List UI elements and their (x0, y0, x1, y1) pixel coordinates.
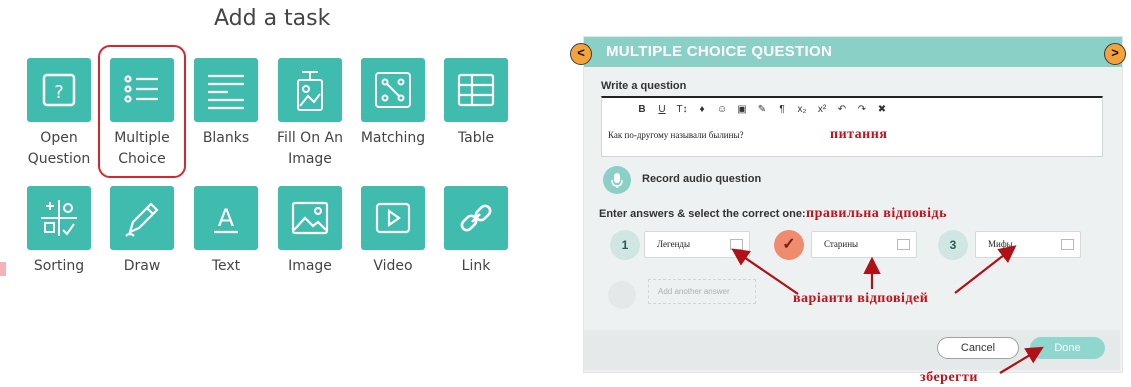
arrow-to-answer-3 (954, 245, 1017, 294)
arrow-to-answer-1 (731, 248, 799, 295)
annotation-arrows (731, 245, 1044, 374)
arrow-to-done (999, 346, 1044, 374)
